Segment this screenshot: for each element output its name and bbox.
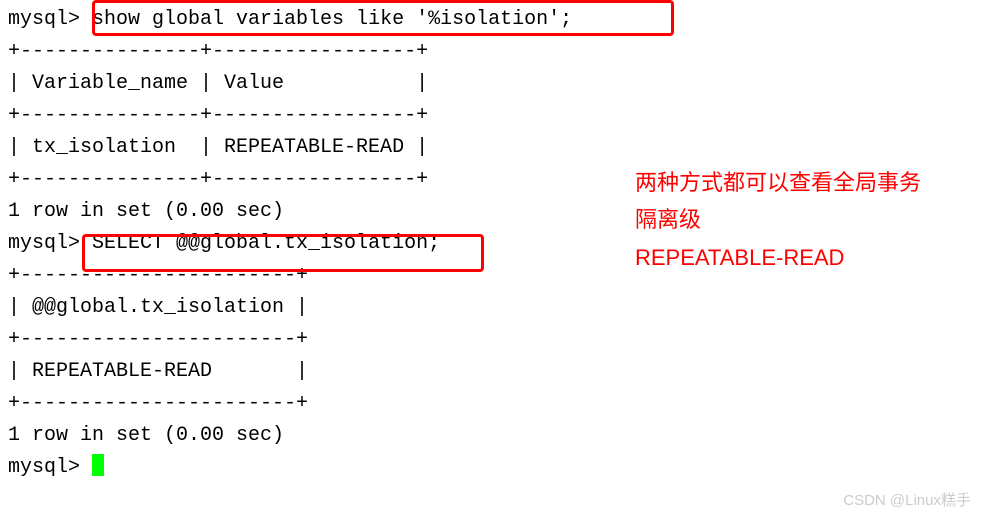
command-line-1: mysql> show global variables like '%isol… [8,4,973,36]
table-separator: +---------------+-----------------+ [8,100,973,132]
table-header-row: | Variable_name | Value | [8,68,973,100]
annotation-line-2: 隔离级 [635,201,921,238]
annotation-line-3: REPEATABLE-READ [635,239,921,276]
watermark-text: CSDN @Linux糕手 [843,489,971,513]
table-separator: +-----------------------+ [8,324,973,356]
cursor-block [92,454,104,476]
command-text-2: SELECT @@global.tx_isolation; [80,232,440,255]
table-header-row: | @@global.tx_isolation | [8,292,973,324]
table-separator: +-----------------------+ [8,388,973,420]
mysql-prompt: mysql> [8,456,92,479]
result-summary-2: 1 row in set (0.00 sec) [8,420,973,452]
table-data-row: | tx_isolation | REPEATABLE-READ | [8,132,973,164]
table-data-row: | REPEATABLE-READ | [8,356,973,388]
mysql-prompt: mysql> [8,8,80,31]
annotation-text: 两种方式都可以查看全局事务 隔离级 REPEATABLE-READ [635,164,921,276]
mysql-prompt: mysql> [8,232,80,255]
active-prompt-line[interactable]: mysql> [8,452,973,484]
command-text-1: show global variables like '%isolation'; [80,8,572,31]
annotation-line-1: 两种方式都可以查看全局事务 [635,164,921,201]
table-separator: +---------------+-----------------+ [8,36,973,68]
